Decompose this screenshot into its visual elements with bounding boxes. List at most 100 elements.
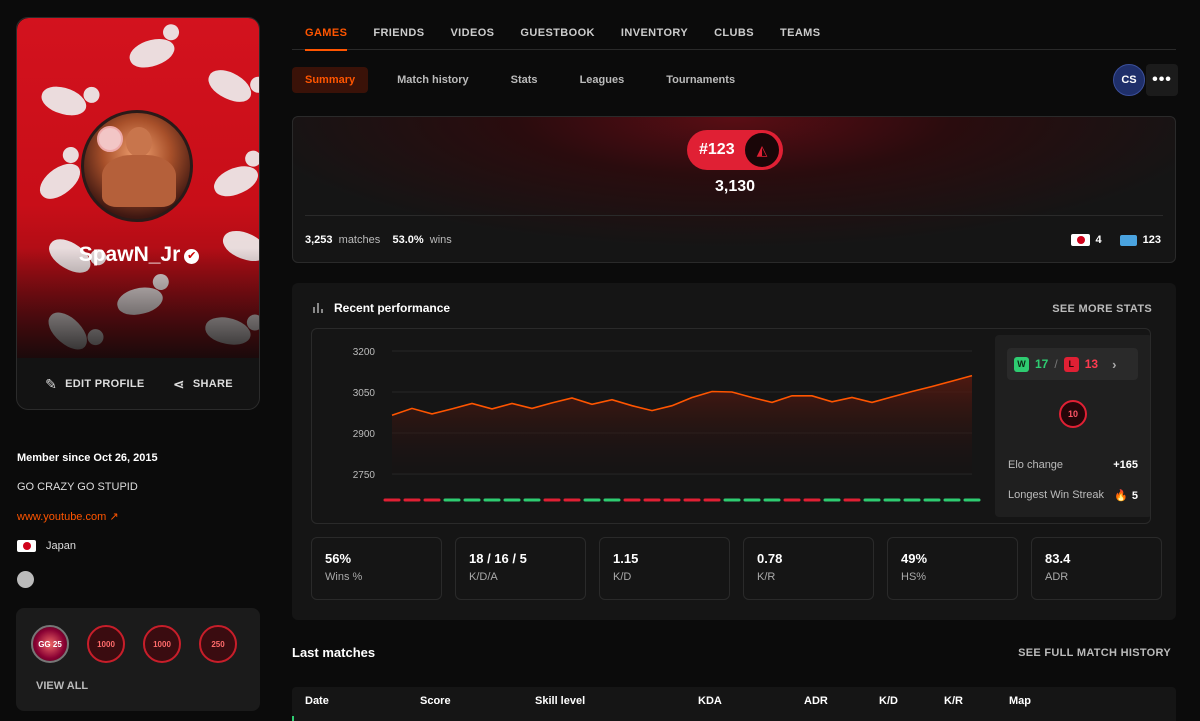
tab-guestbook[interactable]: GUESTBOOK <box>520 0 595 50</box>
edit-profile-label: EDIT PROFILE <box>65 378 145 390</box>
stat-value: 83.4 <box>1045 551 1071 566</box>
tab-games[interactable]: GAMES <box>305 0 348 51</box>
avatar-frame-badge <box>97 126 123 152</box>
profile-banner: SpawN_Jr ✔ <box>17 18 259 358</box>
region-flag-icon <box>1119 234 1137 246</box>
elo-area <box>392 375 972 474</box>
subtab-summary[interactable]: Summary <box>292 67 369 93</box>
badge[interactable]: GG 25 <box>31 625 69 663</box>
profile-nickname: SpawN_Jr ✔ <box>17 243 259 267</box>
divider <box>305 215 1163 216</box>
badges-row: GG 25 1000 1000 250 <box>31 625 237 663</box>
verified-check-icon: ✔ <box>184 249 200 264</box>
column-kda[interactable]: KDA <box>698 695 722 707</box>
column-date[interactable]: Date <box>305 695 329 707</box>
subtab-leagues[interactable]: Leagues <box>567 67 638 93</box>
pencil-icon: ✎ <box>45 375 58 392</box>
matches-count: 3,253 <box>305 234 333 246</box>
country-rank[interactable]: 4 <box>1096 234 1102 246</box>
rank-position: #123 <box>699 141 735 158</box>
game-logo-icon[interactable]: CS <box>1113 64 1145 96</box>
avatar[interactable] <box>81 110 193 222</box>
subtab-tournaments[interactable]: Tournaments <box>653 67 748 93</box>
column-kr[interactable]: K/R <box>944 695 963 707</box>
tab-clubs[interactable]: CLUBS <box>714 0 754 50</box>
skill-level-icon: 10 <box>1059 400 1087 428</box>
badges-card: GG 25 1000 1000 250 VIEW ALL <box>16 608 260 711</box>
elo-change-value: +165 <box>1113 459 1138 471</box>
y-tick-label: 2900 <box>353 429 376 440</box>
elo-change-label: Elo change <box>1008 459 1064 471</box>
subtab-match-history[interactable]: Match history <box>384 67 482 93</box>
stat-tile-hs: 49% HS% <box>887 537 1018 600</box>
win-loss-panel: W 17 / L 13 › 10 Elo change +165 Longest… <box>995 335 1150 517</box>
column-score[interactable]: Score <box>420 695 451 707</box>
stat-label: K/D <box>613 571 632 583</box>
stat-value: 56% <box>325 551 352 566</box>
tab-friends[interactable]: FRIENDS <box>373 0 424 50</box>
japan-flag-icon <box>17 540 36 552</box>
country-name: Japan <box>46 540 76 552</box>
stat-label: K/R <box>757 571 776 583</box>
flame-icon: 🔥 <box>1114 490 1128 502</box>
column-skill-level[interactable]: Skill level <box>535 695 585 707</box>
wins-label: wins <box>429 234 452 246</box>
rank-card: #123 ◭ 3,130 3,253 matches 53.0% wins 4 … <box>292 116 1176 263</box>
wins-count: 17 <box>1035 357 1049 371</box>
region-rank[interactable]: 123 <box>1143 234 1161 246</box>
badge[interactable]: 250 <box>199 625 237 663</box>
performance-title: Recent performance <box>334 301 451 315</box>
wins-rate: 53.0% <box>392 234 424 246</box>
see-full-history-link[interactable]: SEE FULL MATCH HISTORY <box>1018 647 1171 659</box>
chevron-right-icon: › <box>1112 356 1117 372</box>
column-adr[interactable]: ADR <box>804 695 828 707</box>
see-more-stats-link[interactable]: SEE MORE STATS <box>1052 303 1152 315</box>
profile-bio: GO CRAZY GO STUPID <box>17 481 138 493</box>
stat-tiles: 56% Wins % 18 / 16 / 5 K/D/A 1.15 K/D 0.78 K… <box>311 537 1162 600</box>
column-map[interactable]: Map <box>1009 695 1031 707</box>
view-all-badges-link[interactable]: VIEW ALL <box>36 680 88 692</box>
stat-value: 49% <box>901 551 928 566</box>
steam-icon[interactable] <box>17 571 34 588</box>
stat-value: 0.78 <box>757 551 783 566</box>
stat-label: HS% <box>901 571 927 583</box>
elo-chart-svg: 3200 3050 2900 2750 <box>353 347 981 502</box>
match-summary: 3,253 matches 53.0% wins <box>305 234 452 246</box>
stat-tile-wins: 56% Wins % <box>311 537 442 600</box>
stat-tile-kd: 1.15 K/D <box>599 537 730 600</box>
share-label: SHARE <box>192 378 233 390</box>
tab-inventory[interactable]: INVENTORY <box>621 0 688 50</box>
badge[interactable]: 1000 <box>87 625 125 663</box>
tab-videos[interactable]: VIDEOS <box>450 0 494 50</box>
column-kd[interactable]: K/D <box>879 695 898 707</box>
subtab-stats[interactable]: Stats <box>498 67 551 93</box>
streak-number: 5 <box>1131 490 1138 502</box>
tab-teams[interactable]: TEAMS <box>780 0 821 50</box>
performance-card: Recent performance SEE MORE STATS 3200 30… <box>292 283 1176 620</box>
y-tick-label: 3200 <box>353 347 376 358</box>
badge[interactable]: 1000 <box>143 625 181 663</box>
top-nav: GAMES FRIENDS VIDEOS GUESTBOOK INVENTORY… <box>292 0 1176 51</box>
y-tick-label: 3050 <box>353 388 376 399</box>
profile-actions: ✎ EDIT PROFILE ⋖ SHARE <box>17 358 259 409</box>
share-button[interactable]: ⋖ SHARE <box>173 376 233 393</box>
chicken-pattern <box>38 82 90 120</box>
more-options-button[interactable]: ••• <box>1146 64 1178 96</box>
stat-value: 1.15 <box>613 551 639 566</box>
sub-nav: Summary Match history Stats Leagues Tour… <box>292 67 764 93</box>
link-text[interactable]: www.youtube.com <box>17 511 106 523</box>
elo-chart: 3200 3050 2900 2750 W 17 / L 13 › 10 Elo ch… <box>311 328 1151 524</box>
matches-label: matches <box>338 234 381 246</box>
edit-profile-button[interactable]: ✎ EDIT PROFILE <box>45 376 144 393</box>
loss-chip: L <box>1063 356 1079 372</box>
elo-value: 3,130 <box>714 178 756 195</box>
regional-ranks: 4 123 <box>1070 234 1161 246</box>
bar-chart-icon <box>313 302 325 313</box>
last-matches-title: Last matches <box>292 645 376 660</box>
external-link-icon: ↗ <box>109 511 119 523</box>
y-tick-label: 2750 <box>353 470 376 481</box>
win-loss-summary[interactable]: W 17 / L 13 › <box>1007 348 1138 380</box>
matches-table-header: Date Score Skill level KDA ADR K/D K/R M… <box>292 687 1176 721</box>
profile-link[interactable]: www.youtube.com ↗ <box>17 510 119 523</box>
stat-tile-kda: 18 / 16 / 5 K/D/A <box>455 537 586 600</box>
